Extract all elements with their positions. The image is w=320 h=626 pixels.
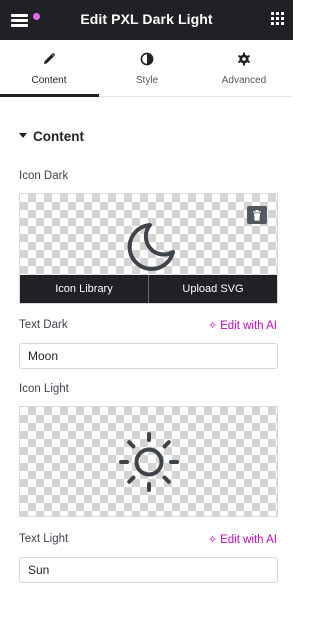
icon-dark-picker[interactable]: Icon Library Upload SVG — [19, 193, 278, 304]
section-title: Content — [33, 129, 84, 144]
edit-with-ai-label: Edit with AI — [220, 320, 277, 332]
moon-icon — [127, 223, 175, 271]
contrast-icon — [140, 52, 154, 66]
page-title: Edit PXL Dark Light — [80, 11, 213, 27]
icon-light-picker[interactable] — [19, 406, 278, 517]
tab-content-label: Content — [31, 75, 67, 86]
pencil-icon — [44, 52, 56, 64]
text-dark-label: Text Dark — [19, 319, 68, 331]
caret-down-icon — [19, 132, 27, 138]
icon-light-label: Icon Light — [19, 383, 69, 395]
section-toggle-content[interactable]: Content — [19, 129, 84, 147]
panel-tabs: Content Style Advanced — [0, 40, 293, 97]
tab-style[interactable]: Style — [98, 40, 196, 96]
active-tab-indicator — [0, 94, 99, 97]
notification-dot — [33, 13, 40, 20]
ai-sparkle-icon: ✧ — [207, 320, 218, 332]
delete-icon-button[interactable] — [247, 206, 267, 224]
ai-sparkle-icon: ✧ — [207, 534, 218, 546]
icon-dark-actions: Icon Library Upload SVG — [20, 275, 277, 303]
upload-svg-button[interactable]: Upload SVG — [148, 275, 277, 303]
text-light-input[interactable]: Sun — [19, 557, 278, 583]
tab-content[interactable]: Content — [0, 40, 99, 97]
tab-style-label: Style — [135, 75, 159, 86]
edit-with-ai-link-light[interactable]: ✧ Edit with AI — [208, 533, 277, 546]
editor-header: Edit PXL Dark Light — [0, 0, 293, 40]
edit-with-ai-label: Edit with AI — [220, 534, 277, 546]
sun-icon — [119, 432, 179, 492]
menu-button[interactable] — [8, 8, 40, 32]
tab-advanced[interactable]: Advanced — [195, 40, 293, 96]
trash-icon — [253, 209, 261, 221]
tab-advanced-label: Advanced — [221, 75, 267, 86]
text-light-label: Text Light — [19, 533, 69, 545]
gear-icon — [238, 52, 250, 66]
icon-dark-label: Icon Dark — [19, 170, 69, 182]
icon-library-button[interactable]: Icon Library — [20, 275, 148, 303]
text-dark-input[interactable]: Moon — [19, 343, 278, 369]
edit-with-ai-link-dark[interactable]: ✧ Edit with AI — [208, 319, 277, 332]
apps-grid-icon[interactable] — [271, 12, 285, 26]
